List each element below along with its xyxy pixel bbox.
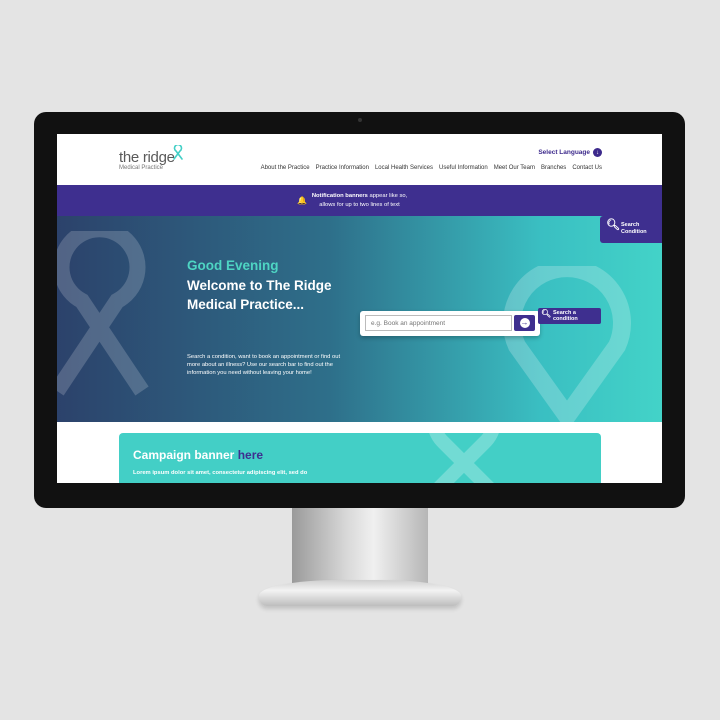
logo-subtext: Medical Practice (119, 165, 164, 171)
search-icon: 🔍︎ (541, 309, 552, 318)
ribbon-decoration-icon (429, 433, 499, 483)
search-a-condition-button[interactable]: 🔍︎ Search a condition (538, 308, 601, 324)
notification-text-line2: allows for up to two lines of text (319, 201, 400, 208)
greeting-text: Good Evening (187, 258, 279, 273)
nav-contact-us[interactable]: Contact Us (572, 165, 602, 171)
website-screen: the ridge Medical Practice Select Langua… (57, 134, 662, 483)
side-search-condition-tab[interactable]: 🔍︎ Search Condition (600, 216, 662, 243)
site-logo[interactable]: the ridge Medical Practice (119, 145, 183, 172)
search-icon: 🔍︎ (606, 219, 620, 231)
campaign-text: Lorem ipsum dolor sit amet, consectetur … (133, 470, 308, 476)
ribbon-logo-icon (173, 145, 183, 160)
nav-local-health-services[interactable]: Local Health Services (375, 165, 433, 171)
hero-search-box: → (360, 311, 540, 336)
monitor-stand-neck (292, 508, 428, 588)
nav-meet-our-team[interactable]: Meet Our Team (494, 165, 535, 171)
select-language-button[interactable]: Select Language ↓ (538, 148, 602, 157)
monitor-stand-base (259, 580, 461, 606)
monitor-frame: the ridge Medical Practice Select Langua… (34, 112, 685, 508)
side-search-line2: Condition (621, 228, 647, 235)
side-search-line1: Search (621, 222, 640, 228)
main-nav: About the Practice Practice Information … (261, 165, 602, 171)
bell-icon: 🔔 (297, 196, 307, 205)
nav-branches[interactable]: Branches (541, 165, 566, 171)
arrow-right-icon: → (519, 318, 530, 328)
arrow-down-icon: ↓ (593, 148, 602, 157)
search-input[interactable] (365, 315, 512, 331)
hero-title: Welcome to The Ridge Medical Practice... (187, 278, 332, 312)
notification-text: Notification banners appear like so, all… (312, 192, 407, 210)
hero-description: Search a condition, want to book an appo… (187, 354, 341, 376)
campaign-title-highlight: here (237, 448, 264, 462)
select-language-label: Select Language (538, 149, 590, 156)
campaign-title: Campaign banner here (133, 448, 263, 462)
hero-section: Good Evening Welcome to The Ridge Medica… (57, 216, 662, 422)
site-header: the ridge Medical Practice Select Langua… (57, 134, 662, 185)
notification-bold-text: Notification banners (311, 192, 368, 199)
logo-text: the ridge (119, 149, 175, 166)
campaign-banner[interactable]: Campaign banner here Lorem ipsum dolor s… (119, 433, 601, 483)
webcam (358, 118, 362, 122)
notification-banner: 🔔 Notification banners appear like so, a… (57, 185, 662, 216)
notification-text-line1: appear like so, (367, 192, 408, 199)
ribbon-decoration-icon (503, 266, 631, 422)
nav-useful-information[interactable]: Useful Information (439, 165, 488, 171)
search-condition-line2: condition (553, 316, 578, 322)
ribbon-decoration-icon (57, 231, 149, 396)
nav-practice-information[interactable]: Practice Information (316, 165, 369, 171)
search-submit-button[interactable]: → (514, 315, 535, 331)
campaign-title-text: Campaign banner (133, 448, 238, 462)
nav-about-the-practice[interactable]: About the Practice (261, 165, 310, 171)
